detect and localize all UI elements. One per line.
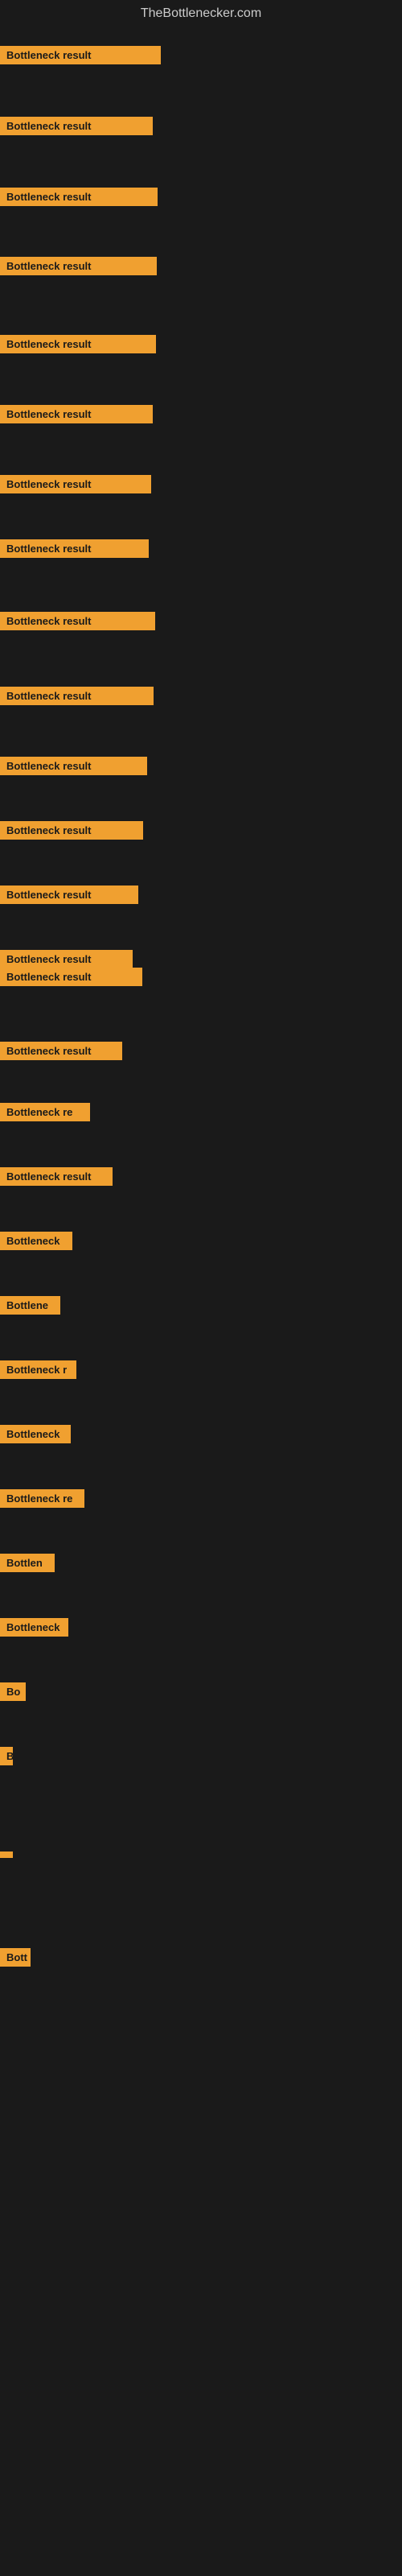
bottleneck-result-item: Bottleneck — [0, 1618, 68, 1637]
bottleneck-result-item: Bottleneck result — [0, 1042, 122, 1060]
bottleneck-result-item: Bottleneck result — [0, 950, 133, 968]
bottleneck-result-item: Bottleneck result — [0, 539, 149, 558]
bottleneck-result-item: Bottleneck result — [0, 612, 155, 630]
bottleneck-result-item: Bottleneck result — [0, 821, 143, 840]
bottleneck-result-item: Bottleneck result — [0, 46, 161, 64]
site-title: TheBottlenecker.com — [0, 0, 402, 27]
bottleneck-result-item: Bottleneck result — [0, 475, 151, 493]
bottleneck-result-item: Bottleneck result — [0, 886, 138, 904]
bottleneck-result-item: Bottlene — [0, 1296, 60, 1315]
bottleneck-result-item: Bottleneck — [0, 1425, 71, 1443]
bottleneck-result-item: B — [0, 1747, 13, 1765]
bottleneck-result-item: Bottleneck result — [0, 1167, 113, 1186]
bottleneck-result-item: Bottlen — [0, 1554, 55, 1572]
bottleneck-result-item: Bottleneck re — [0, 1103, 90, 1121]
bottleneck-result-item: Bottleneck result — [0, 117, 153, 135]
bottleneck-result-item: Bo — [0, 1682, 26, 1701]
bottleneck-result-item: Bottleneck — [0, 1232, 72, 1250]
bottleneck-result-item: Bottleneck result — [0, 405, 153, 423]
bottleneck-result-item: Bottleneck result — [0, 757, 147, 775]
bottleneck-result-item: Bottleneck re — [0, 1489, 84, 1508]
bottleneck-result-item: Bottleneck result — [0, 968, 142, 986]
bottleneck-result-item: Bottleneck result — [0, 188, 158, 206]
bottleneck-result-item — [0, 1852, 13, 1858]
bottleneck-result-item: Bottleneck result — [0, 257, 157, 275]
bottleneck-result-item: Bottleneck result — [0, 335, 156, 353]
bottleneck-result-item: Bottleneck r — [0, 1360, 76, 1379]
bottleneck-result-item: Bott — [0, 1948, 31, 1967]
bottleneck-result-item: Bottleneck result — [0, 687, 154, 705]
